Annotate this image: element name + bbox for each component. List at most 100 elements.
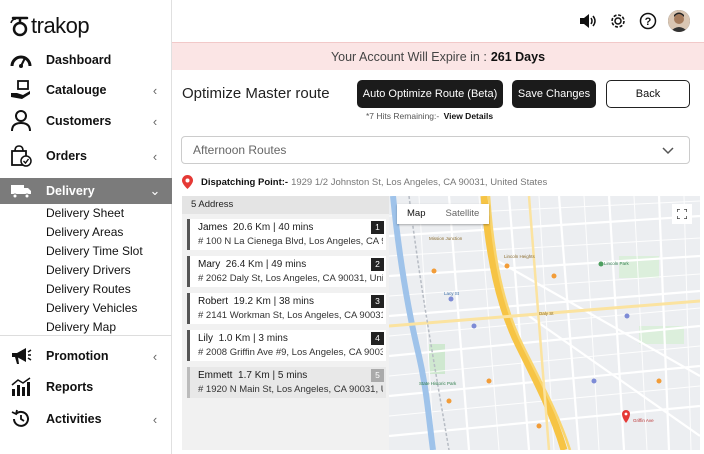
chevron-left-icon: ‹ — [152, 348, 158, 364]
customer-name: Robert — [198, 296, 229, 307]
back-button[interactable]: Back — [606, 80, 690, 108]
sidebar-item-label: Customers — [46, 114, 112, 128]
tab-satellite[interactable]: Satellite — [435, 204, 489, 224]
address-card[interactable]: Lily 1.0 Km | 3 mins # 2008 Griffin Ave … — [187, 330, 386, 361]
sidebar-item-label: Catalouge — [46, 83, 107, 97]
save-changes-button[interactable]: Save Changes — [512, 80, 596, 108]
sidebar-item-delivery[interactable]: Delivery ⌄ — [0, 178, 172, 204]
address-card-title: Emmett 1.7 Km | 5 mins — [198, 370, 307, 381]
hits-remaining: *7 Hits Remaining:- View Details — [366, 111, 493, 121]
submenu-item-delivery-areas[interactable]: Delivery Areas — [46, 223, 123, 242]
address-text: # 2062 Daly St, Los Angeles, CA 90031, U… — [198, 273, 383, 284]
dispatch-address: 1929 1/2 Johnston St, Los Angeles, CA 90… — [291, 176, 548, 188]
sidebar-item-dashboard[interactable]: Dashboard — [0, 47, 172, 73]
address-card-title: Mary 26.4 Km | 49 mins — [198, 259, 306, 270]
shopping-bag-icon — [9, 144, 33, 168]
page-title: Optimize Master route — [182, 85, 330, 102]
sidebar-item-catalouge[interactable]: Catalouge ‹ — [0, 77, 172, 103]
speaker-icon[interactable] — [578, 11, 598, 31]
expiry-days: 261 Days — [490, 49, 546, 64]
delivery-submenu: Delivery Sheet Delivery Areas Delivery T… — [0, 204, 172, 336]
top-header: ? — [172, 0, 704, 42]
submenu-item-delivery-routes[interactable]: Delivery Routes — [46, 280, 131, 299]
stop-number: 2 — [371, 258, 384, 271]
route-select[interactable]: Afternoon Routes — [181, 136, 690, 164]
svg-text:?: ? — [645, 16, 652, 28]
gear-icon[interactable] — [608, 11, 628, 31]
truck-icon — [9, 179, 33, 203]
chevron-left-icon: ‹ — [152, 113, 158, 129]
megaphone-icon — [9, 344, 33, 368]
dispatching-point: Dispatching Point:- 1929 1/2 Johnston St… — [182, 174, 547, 190]
stop-number: 5 — [371, 369, 384, 382]
chevron-down-icon — [661, 143, 675, 160]
map-label: Lacy St — [444, 291, 460, 296]
account-expiry-banner: Your Account Will Expire in : 261 Days — [172, 42, 704, 70]
chevron-left-icon: ‹ — [152, 148, 158, 164]
sidebar-item-label: Delivery — [46, 184, 95, 198]
sidebar: trakop Dashboard Catalouge ‹ Customers ‹… — [0, 0, 172, 454]
sidebar-item-reports[interactable]: Reports — [0, 374, 172, 400]
chevron-left-icon: ‹ — [152, 82, 158, 98]
submenu-item-delivery-map[interactable]: Delivery Map — [46, 318, 116, 337]
address-count-header: 5 Address — [182, 196, 389, 214]
hits-remaining-text: *7 Hits Remaining:- — [366, 111, 440, 121]
history-icon — [9, 407, 33, 431]
sidebar-item-orders[interactable]: Orders ‹ — [0, 143, 172, 169]
sidebar-item-label: Activities — [46, 412, 102, 426]
customer-name: Mary — [198, 259, 221, 270]
distance-time: 1.7 Km | 5 mins — [238, 370, 308, 381]
chevron-left-icon: ‹ — [152, 411, 158, 427]
map-label: State Historic Park — [419, 381, 457, 386]
submenu-item-delivery-sheet[interactable]: Delivery Sheet — [46, 204, 124, 223]
address-text: # 100 N La Cienega Blvd, Los Angeles, CA… — [198, 236, 383, 247]
submenu-item-delivery-vehicles[interactable]: Delivery Vehicles — [46, 299, 137, 318]
help-icon[interactable]: ? — [638, 11, 658, 31]
map-label: Griffin Ave — [633, 418, 654, 423]
address-card-title: Lily 1.0 Km | 3 mins — [198, 333, 288, 344]
bar-chart-icon — [9, 375, 33, 399]
stop-number: 3 — [371, 295, 384, 308]
address-card-title: Robert 19.2 Km | 38 mins — [198, 296, 314, 307]
map-label: Lincoln Park — [604, 261, 629, 266]
trakop-logo-icon — [10, 16, 29, 37]
address-text: # 1920 N Main St, Los Angeles, CA 90031,… — [198, 384, 383, 395]
route-map[interactable]: Mission Junction Lincoln Park Lincoln He… — [389, 196, 700, 450]
map-label: Lincoln Heights — [504, 254, 535, 259]
map-canvas[interactable] — [389, 196, 700, 450]
address-card[interactable]: Robert 19.2 Km | 38 mins # 2141 Workman … — [187, 293, 386, 324]
logo-text: trakop — [31, 13, 90, 38]
trakop-logo[interactable]: trakop — [10, 13, 90, 38]
address-text: # 2141 Workman St, Los Angeles, CA 90031… — [198, 310, 383, 321]
address-card[interactable]: Emmett 1.7 Km | 5 mins # 1920 N Main St,… — [187, 367, 386, 398]
sidebar-item-customers[interactable]: Customers ‹ — [0, 108, 172, 134]
header-actions: ? — [578, 10, 690, 32]
distance-time: 19.2 Km | 38 mins — [233, 296, 314, 307]
sidebar-item-activities[interactable]: Activities ‹ — [0, 406, 172, 432]
submenu-item-delivery-time-slot[interactable]: Delivery Time Slot — [46, 242, 143, 261]
address-list-panel: 5 Address James 20.6 Km | 40 mins # 100 … — [182, 196, 389, 450]
route-select-value: Afternoon Routes — [193, 143, 287, 157]
sidebar-item-label: Reports — [46, 380, 94, 394]
customer-name: James — [198, 222, 228, 233]
auto-optimize-button[interactable]: Auto Optimize Route (Beta) — [357, 80, 503, 108]
address-card[interactable]: Mary 26.4 Km | 49 mins # 2062 Daly St, L… — [187, 256, 386, 287]
chevron-down-icon: ⌄ — [149, 183, 161, 198]
location-pin-icon — [182, 175, 193, 189]
sidebar-item-label: Promotion — [46, 349, 109, 363]
dispatch-label: Dispatching Point:- — [201, 176, 289, 188]
view-details-link[interactable]: View Details — [444, 111, 493, 121]
sidebar-item-promotion[interactable]: Promotion ‹ — [0, 343, 172, 369]
distance-time: 20.6 Km | 40 mins — [233, 222, 314, 233]
stop-number: 1 — [371, 221, 384, 234]
customer-name: Lily — [198, 333, 214, 344]
distance-time: 26.4 Km | 49 mins — [225, 259, 307, 270]
expiry-text: Your Account Will Expire in : — [330, 49, 487, 64]
user-avatar[interactable] — [668, 10, 690, 32]
submenu-item-delivery-drivers[interactable]: Delivery Drivers — [46, 261, 131, 280]
tab-map[interactable]: Map — [397, 204, 435, 224]
address-card[interactable]: James 20.6 Km | 40 mins # 100 N La Ciene… — [187, 219, 386, 250]
fullscreen-button[interactable] — [672, 204, 692, 224]
sidebar-item-label: Orders — [46, 149, 87, 163]
user-icon — [9, 109, 33, 133]
